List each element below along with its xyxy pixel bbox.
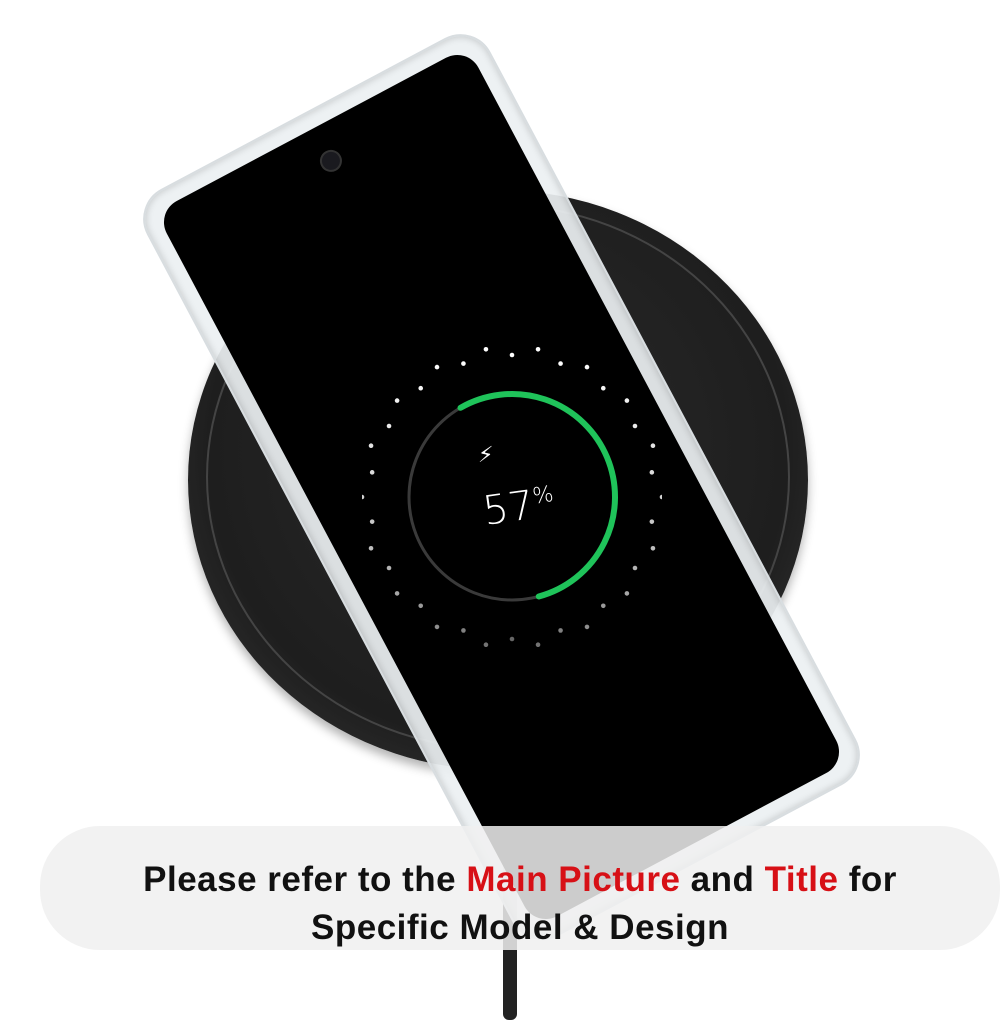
- ring-dot: [386, 423, 392, 429]
- ring-dot: [368, 443, 374, 448]
- notice-banner: Please refer to the Main Picture and Tit…: [40, 826, 1000, 950]
- ring-dot: [461, 628, 466, 633]
- ring-dot: [558, 628, 563, 633]
- ring-dot: [461, 361, 466, 366]
- ring-dot: [386, 565, 392, 571]
- percent-sign: %: [530, 481, 556, 510]
- ring-dot: [418, 603, 424, 609]
- text: Please refer to the: [143, 860, 467, 899]
- ring-dot: [584, 364, 590, 370]
- ring-dot: [394, 398, 400, 403]
- ring-dot: [434, 364, 440, 370]
- text: for: [838, 860, 897, 899]
- ring-dot: [650, 443, 656, 448]
- ring-dot: [394, 591, 400, 596]
- ring-dot: [584, 624, 590, 630]
- battery-value: 57: [480, 482, 537, 535]
- highlight-title: Title: [764, 860, 839, 899]
- ring-dot: [434, 624, 440, 630]
- highlight-main-picture: Main Picture: [466, 860, 681, 899]
- ring-dot: [362, 494, 365, 500]
- front-camera-icon: [315, 146, 346, 177]
- ring-dot: [509, 636, 515, 642]
- ring-dot: [369, 519, 375, 524]
- ring-dot: [600, 385, 606, 391]
- ring-dot: [649, 519, 655, 524]
- ring-dot: [418, 385, 424, 391]
- ring-dot: [624, 398, 630, 403]
- lightning-bolt-icon: ⚡︎: [478, 442, 494, 467]
- ring-dot: [650, 546, 656, 551]
- ring-dot: [535, 642, 541, 647]
- ring-dot: [483, 642, 489, 647]
- ring-dot: [483, 347, 489, 352]
- ring-dot: [659, 494, 662, 500]
- ring-dot: [369, 470, 375, 475]
- ring-dot: [509, 352, 515, 358]
- ring-dot: [632, 565, 638, 571]
- notice-line-2: Specific Model & Design: [311, 908, 729, 947]
- ring-dot: [600, 603, 606, 609]
- text: and: [680, 860, 765, 899]
- ring-dot: [558, 361, 563, 366]
- ring-dot: [632, 423, 638, 429]
- notice-line-1: Please refer to the Main Picture and Tit…: [40, 856, 1000, 904]
- ring-dot: [649, 470, 655, 475]
- ring-dot: [535, 347, 541, 352]
- ring-dot: [624, 591, 630, 596]
- ring-dot: [368, 546, 374, 551]
